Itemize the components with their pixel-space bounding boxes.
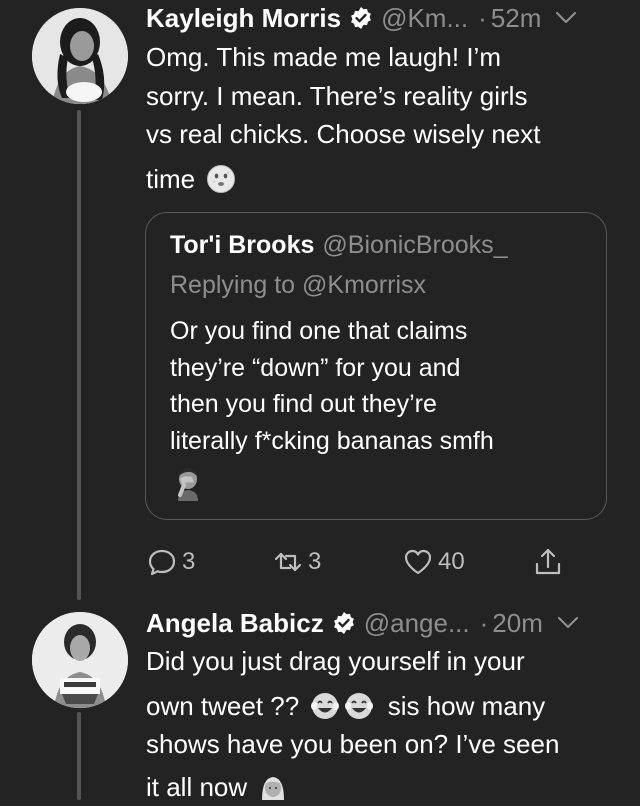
- author-handle[interactable]: @ange...: [364, 608, 470, 639]
- chevron-down-icon[interactable]: [555, 11, 577, 25]
- tweet-line-last: it all now: [146, 768, 610, 806]
- tweet-line: own tweet ??: [146, 691, 299, 721]
- like-button[interactable]: 40: [402, 540, 465, 584]
- retweet-count: 3: [308, 548, 321, 576]
- timestamp[interactable]: 52m: [491, 3, 542, 34]
- share-button[interactable]: [532, 540, 568, 584]
- quoted-line: then you find out they’re: [170, 386, 590, 423]
- tweet-line: it all now: [146, 772, 247, 802]
- tweet1-body: Omg. This made me laugh! I’m sorry. I me…: [146, 38, 610, 198]
- avatar-image: [32, 612, 128, 708]
- quoted-author-name: Tor'i Brooks: [170, 231, 314, 259]
- reply-button[interactable]: 3: [146, 540, 195, 584]
- author-name[interactable]: Angela Babicz: [146, 608, 324, 639]
- share-icon: [532, 546, 564, 578]
- quoted-line: literally f*cking bananas smfh: [170, 423, 590, 460]
- verified-badge-icon: [332, 611, 356, 635]
- pale-face-emoji-icon: [206, 164, 236, 194]
- tweet-line: Omg. This made me laugh! I’m: [146, 38, 610, 77]
- reply-count: 3: [182, 548, 195, 576]
- quoted-tweet-header: Tor'i Brooks @BionicBrooks_: [170, 231, 508, 260]
- chevron-down-icon[interactable]: [557, 616, 579, 630]
- thread-line-top: [77, 110, 81, 600]
- timestamp[interactable]: 20m: [492, 608, 543, 639]
- tweet2-body: Did you just drag yourself in your own t…: [146, 642, 610, 806]
- tweet1-actions: 3 3 40: [146, 540, 586, 584]
- tweet-line: Did you just drag yourself in your: [146, 642, 610, 681]
- avatar-kayleigh[interactable]: [32, 8, 128, 104]
- retweet-button[interactable]: 3: [272, 540, 321, 584]
- replying-to-label: Replying to @Kmorrisx: [170, 271, 426, 300]
- quoted-line: Or you find one that claims: [170, 313, 590, 350]
- tweet-line-with-emoji: own tweet ?? sis how many: [146, 687, 610, 726]
- facepalm-emoji-icon: [170, 465, 206, 501]
- retweet-icon: [272, 546, 304, 578]
- heart-icon: [402, 546, 434, 578]
- separator-dot: ·: [478, 3, 487, 34]
- tweet-line: shows have you been on? I’ve seen: [146, 725, 610, 764]
- tweet2-header: Angela Babicz @ange... · 20m: [146, 605, 630, 641]
- avatar-image: [32, 8, 128, 104]
- quoted-author-handle: @BionicBrooks_: [322, 231, 507, 259]
- tweet-line: time: [146, 164, 195, 194]
- tweet1-header: Kayleigh Morris @Km... · 52m: [146, 0, 630, 36]
- tears-of-joy-emoji-icon: [344, 691, 374, 721]
- verified-badge-icon: [349, 6, 373, 30]
- quoted-tweet-card[interactable]: Tor'i Brooks @BionicBrooks_ Replying to @…: [145, 212, 607, 520]
- separator-dot: ·: [480, 608, 489, 639]
- woman-emoji-icon: [258, 772, 288, 802]
- like-count: 40: [438, 548, 465, 576]
- thread-line-bottom: [77, 712, 81, 800]
- quoted-tweet-body: Or you find one that claims they’re “dow…: [170, 313, 590, 459]
- quoted-line: they’re “down” for you and: [170, 350, 590, 387]
- tweet-line: sis how many: [388, 691, 546, 721]
- tears-of-joy-emoji-icon: [310, 691, 340, 721]
- tweet-line: sorry. I mean. There’s reality girls: [146, 77, 610, 116]
- author-name[interactable]: Kayleigh Morris: [146, 3, 341, 34]
- author-handle[interactable]: @Km...: [381, 3, 468, 34]
- tweet-line: vs real chicks. Choose wisely next: [146, 115, 610, 154]
- reply-icon: [146, 546, 178, 578]
- avatar-angela[interactable]: [32, 612, 128, 708]
- tweet-line-last: time: [146, 160, 610, 199]
